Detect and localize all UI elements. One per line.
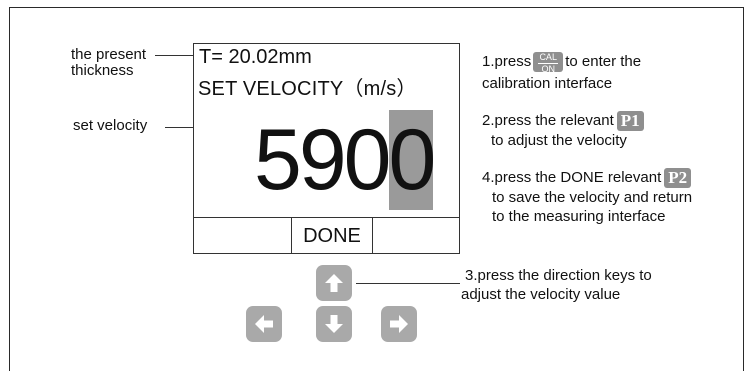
leader-thickness (155, 55, 197, 56)
set-velocity-title: SET VELOCITY（m/s） (198, 78, 417, 100)
step-2-text: 2.press the relevant (482, 112, 614, 129)
step-4: 4.press the DONE relevant P2 to save the … (482, 168, 692, 226)
cal-label: CAL (539, 52, 557, 63)
device-screen: T= 20.02mm SET VELOCITY（m/s） 5900 DONE (193, 43, 460, 254)
p2-key-icon: P2 (664, 168, 692, 189)
callout-present-thickness-line1: the present (71, 46, 147, 63)
on-label: ON (541, 64, 555, 75)
right-arrow-icon (390, 315, 408, 333)
softkey-p1[interactable] (194, 218, 292, 254)
right-key[interactable] (381, 306, 417, 342)
step-4-line1: 4.press the DONE relevant P2 (482, 168, 692, 189)
velocity-selected-digit[interactable]: 0 (388, 110, 436, 210)
up-key[interactable] (316, 265, 352, 301)
thickness-readout: T= 20.02mm (199, 46, 312, 68)
step-4-line3: to the measuring interface (492, 208, 666, 226)
cal-on-key-icon: CAL ON (533, 52, 564, 75)
callout-present-thickness: the present thickness (71, 47, 146, 79)
step-2-line1: 2.press the relevant P1 (482, 111, 644, 132)
step-1-post: to enter the (565, 53, 642, 70)
callout-present-thickness-line2: thickness (71, 62, 134, 79)
up-arrow-icon (325, 274, 343, 292)
velocity-value: 5900 (254, 110, 436, 210)
step-1-line1: 1.press CAL ON to enter the (482, 52, 642, 75)
softkey-done[interactable]: DONE (292, 218, 373, 254)
left-key[interactable] (246, 306, 282, 342)
softkey-bar: DONE (194, 217, 459, 254)
step-4-text: 4.press the DONE relevant (482, 169, 662, 186)
leader-direction-keys (356, 283, 460, 284)
callout-set-velocity: set velocity (73, 117, 148, 134)
velocity-value-digits: 590 (254, 112, 391, 208)
softkey-p3[interactable] (373, 218, 459, 254)
step-3-line1: 3.press the direction keys to (465, 267, 652, 284)
step-3: 3.press the direction keys to adjust the… (461, 266, 652, 304)
step-2: 2.press the relevant P1 to adjust the vel… (482, 111, 644, 150)
step-1-line2: calibration interface (482, 75, 613, 93)
step-1: 1.press CAL ON to enter the calibration int… (482, 52, 641, 93)
step-4-line2: to save the velocity and return (492, 189, 693, 207)
p1-key-icon: P1 (616, 111, 644, 132)
step-3-line2: adjust the velocity value (461, 286, 621, 303)
step-1-pre: 1.press (482, 53, 532, 70)
step-2-line2: to adjust the velocity (491, 132, 627, 150)
left-arrow-icon (255, 315, 273, 333)
down-key[interactable] (316, 306, 352, 342)
down-arrow-icon (325, 315, 343, 333)
